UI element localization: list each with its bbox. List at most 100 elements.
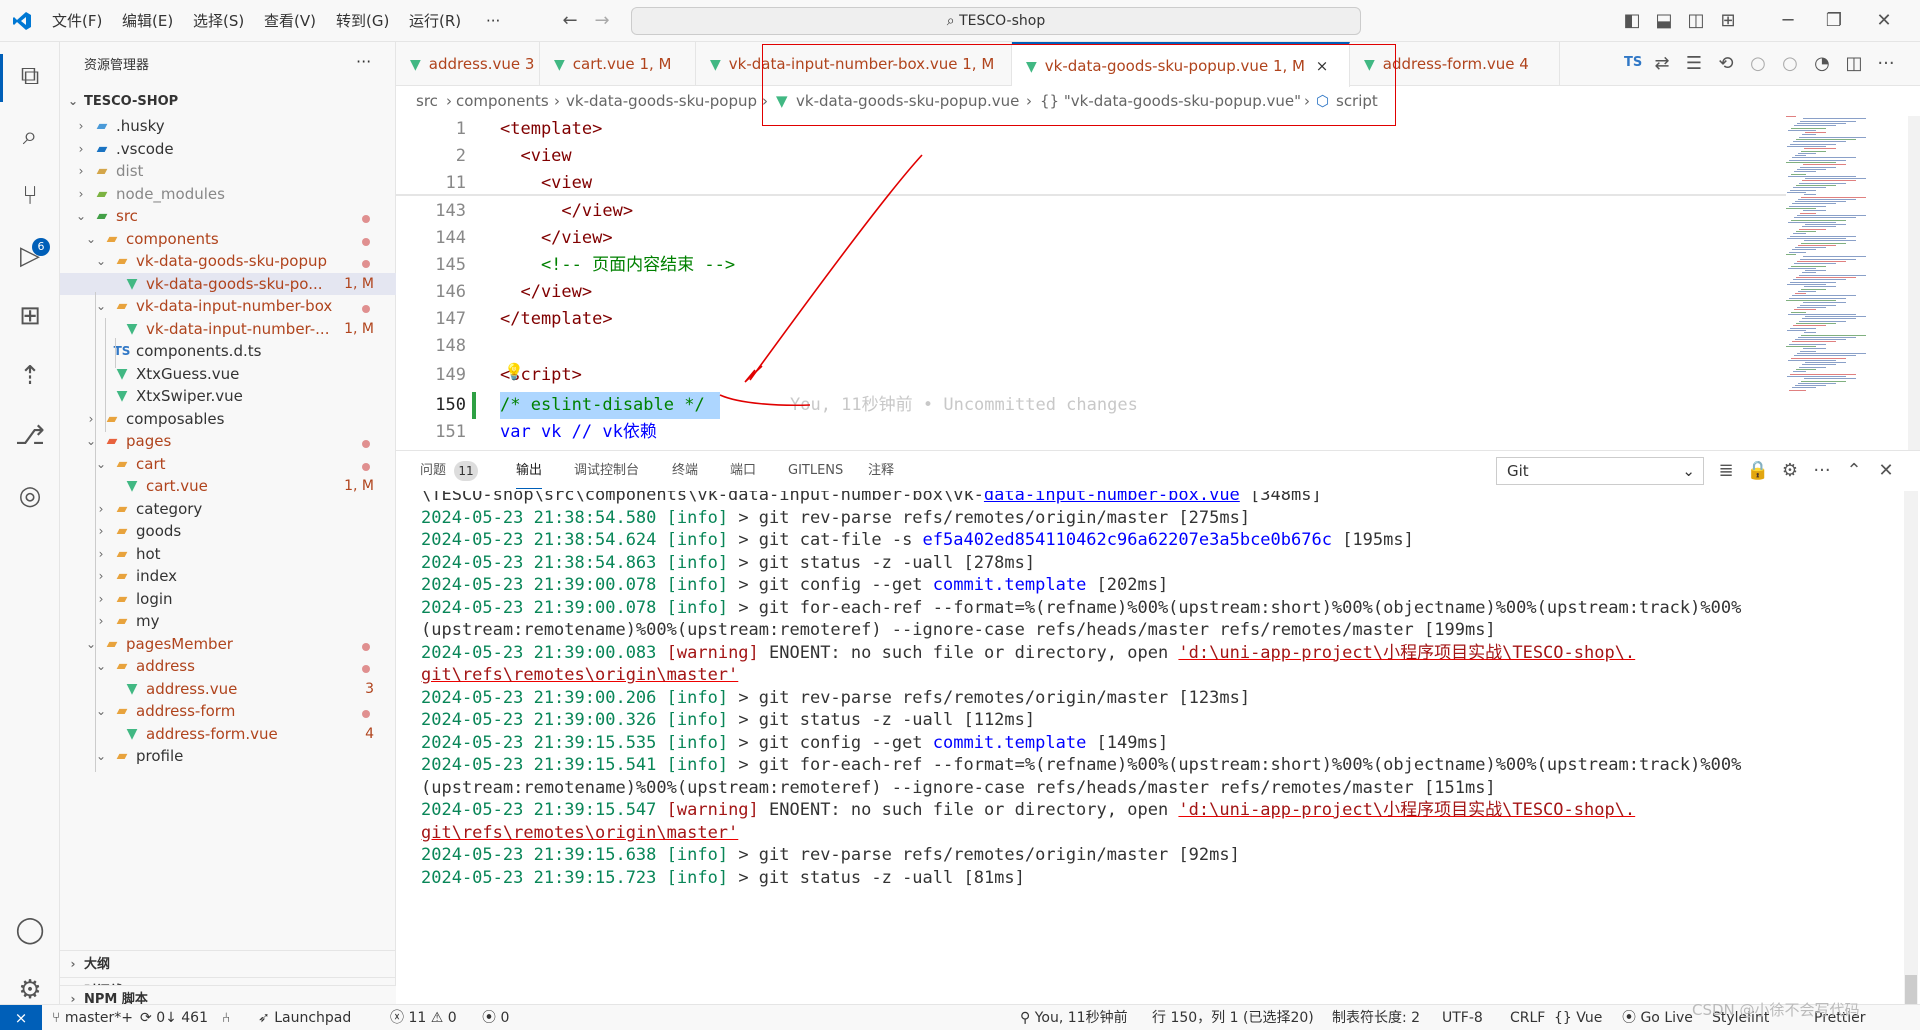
log-path-link[interactable]: git\refs\remotes\origin\master'	[421, 823, 738, 843]
tree-item-login[interactable]: › ▰ login	[60, 588, 396, 610]
tree-item-pages[interactable]: ⌄ ▰ pages	[60, 430, 396, 452]
branch-status[interactable]: ⑂ master*+	[52, 1005, 133, 1030]
launchpad-status[interactable]: ➶ Launchpad	[258, 1005, 351, 1030]
menu-go[interactable]: 转到(G)	[336, 0, 389, 42]
log-path-link[interactable]: 'd:\uni-app-project\小程序项目实战\TESCO-shop\.	[1178, 643, 1635, 663]
tree-item-my[interactable]: › ▰ my	[60, 610, 396, 632]
tree-item-vk-data-input-number-box-vue[interactable]: ▼ vk-data-input-number-... 1, M	[60, 318, 396, 340]
close-panel-icon[interactable]: ✕	[1874, 459, 1898, 483]
tree-item-vscode[interactable]: › ▰ .vscode	[60, 138, 396, 160]
toggle-panel-icon[interactable]: ⬓	[1652, 9, 1676, 33]
toggle-secondary-sidebar-icon[interactable]: ◫	[1684, 9, 1708, 33]
account-icon[interactable]: ◯	[10, 910, 50, 950]
menu-selection[interactable]: 选择(S)	[193, 0, 244, 42]
minimap[interactable]	[1786, 116, 1920, 450]
vertical-scrollbar[interactable]	[1908, 116, 1920, 450]
search-view-icon[interactable]: ⌕	[10, 116, 50, 156]
ports-status[interactable]: ⦿ 0	[482, 1005, 509, 1030]
log-file-link[interactable]: data-input-number-box.vue	[984, 491, 1240, 505]
run-debug-icon[interactable]: ▷	[10, 236, 50, 276]
split-editor-icon[interactable]: ◫	[1842, 52, 1866, 76]
tree-item-vk-data-goods-sku-popup[interactable]: ⌄ ▰ vk-data-goods-sku-popup	[60, 250, 396, 272]
tree-item-pagesmember[interactable]: ⌄ ▰ pagesMember	[60, 633, 396, 655]
compare-icon[interactable]: ⇄	[1650, 52, 1674, 76]
log-path-link[interactable]: git\refs\remotes\origin\master'	[421, 665, 738, 685]
tree-item-cart-vue[interactable]: ▼ cart.vue 1, M	[60, 475, 396, 497]
tree-item-composables[interactable]: › ▰ composables	[60, 408, 396, 430]
log-path-link[interactable]: 'd:\uni-app-project\小程序项目实战\TESCO-shop\.	[1178, 800, 1635, 820]
tree-item-xtxswiper-vue[interactable]: ▼ XtxSwiper.vue	[60, 385, 396, 407]
close-window-icon[interactable]: ✕	[1872, 9, 1896, 33]
outline-section[interactable]: › 大纲	[60, 950, 396, 977]
tree-item-index[interactable]: › ▰ index	[60, 565, 396, 587]
tree-item-dist[interactable]: › ▰ dist	[60, 160, 396, 182]
customize-layout-icon[interactable]: ⊞	[1716, 9, 1740, 33]
panel-more-icon[interactable]: ···	[1810, 459, 1834, 483]
go-live-button[interactable]: ⦿ Go Live	[1622, 1005, 1693, 1030]
timeline-icon[interactable]: ◎	[10, 476, 50, 516]
breadcrumb-folder[interactable]: vk-data-goods-sku-popup	[566, 86, 757, 116]
menu-more[interactable]: ···	[486, 0, 500, 42]
panel-tab-comments[interactable]: 注释	[868, 451, 894, 491]
tab-address-vue[interactable]: ▼ address.vue 3	[396, 42, 540, 86]
panel-tab-output[interactable]: 输出	[516, 451, 543, 489]
tree-item-components[interactable]: ⌄ ▰ components	[60, 228, 396, 250]
clear-output-icon[interactable]: ≣	[1714, 459, 1738, 483]
maximize-panel-icon[interactable]: ⌃	[1842, 459, 1866, 483]
remote-indicator-icon[interactable]: ⨯	[0, 1005, 42, 1030]
tree-item-cart[interactable]: ⌄ ▰ cart	[60, 453, 396, 475]
output-settings-icon[interactable]: ⚙	[1778, 459, 1802, 483]
extensions-icon[interactable]: ⊞	[10, 296, 50, 336]
explorer-icon[interactable]: ⧉	[10, 56, 50, 96]
timeline-history-icon[interactable]: ◔	[1810, 52, 1834, 76]
breadcrumb-components[interactable]: components	[456, 86, 549, 116]
tree-item-xtxguess-vue[interactable]: ▼ XtxGuess.vue	[60, 363, 396, 385]
output-channel-select[interactable]: Git ⌄	[1496, 457, 1704, 485]
toggle-sidebar-icon[interactable]: ◧	[1620, 9, 1644, 33]
sync-status[interactable]: ⟳ 0↓ 461	[140, 1005, 208, 1030]
tree-item-profile[interactable]: ⌄ ▰ profile	[60, 745, 396, 767]
forward-arrow-icon[interactable]: →	[590, 9, 614, 33]
menu-run[interactable]: 运行(R)	[409, 0, 461, 42]
remote-explorer-icon[interactable]: ⇡	[10, 356, 50, 396]
graph-icon[interactable]: ⑃	[222, 1005, 230, 1030]
tree-item-category[interactable]: › ▰ category	[60, 498, 396, 520]
panel-tab-gitlens[interactable]: GITLENS	[788, 451, 843, 491]
tree-item-husky[interactable]: › ▰ .husky	[60, 115, 396, 137]
command-center-search[interactable]: ⌕ TESCO-shop	[631, 7, 1361, 35]
code-editor[interactable]: 1 <template> 2 <view 11 <view 143 </view> 144…	[396, 116, 1786, 450]
tree-item-src[interactable]: ⌄ ▰ src	[60, 205, 396, 227]
gitlens-icon[interactable]: ⎇	[10, 416, 50, 456]
tree-item-components-d-ts[interactable]: TS components.d.ts	[60, 340, 396, 362]
lightbulb-icon[interactable]: 💡	[504, 362, 524, 381]
minimize-icon[interactable]: ─	[1776, 9, 1800, 33]
tree-item-vk-data-goods-sku-popup-vue[interactable]: ▼ vk-data-goods-sku-po... 1, M	[60, 272, 396, 295]
output-log[interactable]: \TESCO-shop\src\components\vk-data-input…	[396, 491, 1920, 1005]
output-scrollbar[interactable]	[1904, 491, 1918, 1005]
encoding[interactable]: UTF-8	[1442, 1005, 1483, 1030]
lock-scroll-icon[interactable]: 🔒	[1746, 459, 1770, 483]
tree-item-node-modules[interactable]: › ▰ node_modules	[60, 183, 396, 205]
tree-item-goods[interactable]: › ▰ goods	[60, 520, 396, 542]
next-change-icon[interactable]: ○	[1778, 52, 1802, 76]
tree-item-address-form[interactable]: ⌄ ▰ address-form	[60, 700, 396, 722]
panel-tab-debug-console[interactable]: 调试控制台	[574, 451, 639, 491]
menu-edit[interactable]: 编辑(E)	[122, 0, 173, 42]
source-control-icon[interactable]: ⑂	[10, 176, 50, 216]
menu-file[interactable]: 文件(F)	[52, 0, 102, 42]
tree-item-address-form-vue[interactable]: ▼ address-form.vue 4	[60, 723, 396, 745]
tree-item-address-vue[interactable]: ▼ address.vue 3	[60, 678, 396, 700]
language-mode[interactable]: {} Vue	[1554, 1005, 1602, 1030]
editor-more-icon[interactable]: ···	[1874, 52, 1898, 76]
tree-item-address[interactable]: ⌄ ▰ address	[60, 655, 396, 677]
previous-change-icon[interactable]: ○	[1746, 52, 1770, 76]
sidebar-more-icon[interactable]: ···	[356, 52, 371, 71]
panel-tab-ports[interactable]: 端口	[730, 451, 756, 491]
panel-tab-terminal[interactable]: 终端	[672, 451, 698, 491]
tree-item-vk-data-input-number-box[interactable]: ⌄ ▰ vk-data-input-number-box	[60, 295, 396, 317]
cursor-position[interactable]: 行 150，列 1 (已选择20)	[1152, 1005, 1314, 1030]
restore-icon[interactable]: ❐	[1822, 9, 1846, 33]
git-compare-icon[interactable]: ⟲	[1714, 52, 1738, 76]
problems-status[interactable]: ⓧ 11 ⚠ 0	[390, 1005, 457, 1030]
panel-tab-problems[interactable]: 问题	[420, 451, 446, 491]
